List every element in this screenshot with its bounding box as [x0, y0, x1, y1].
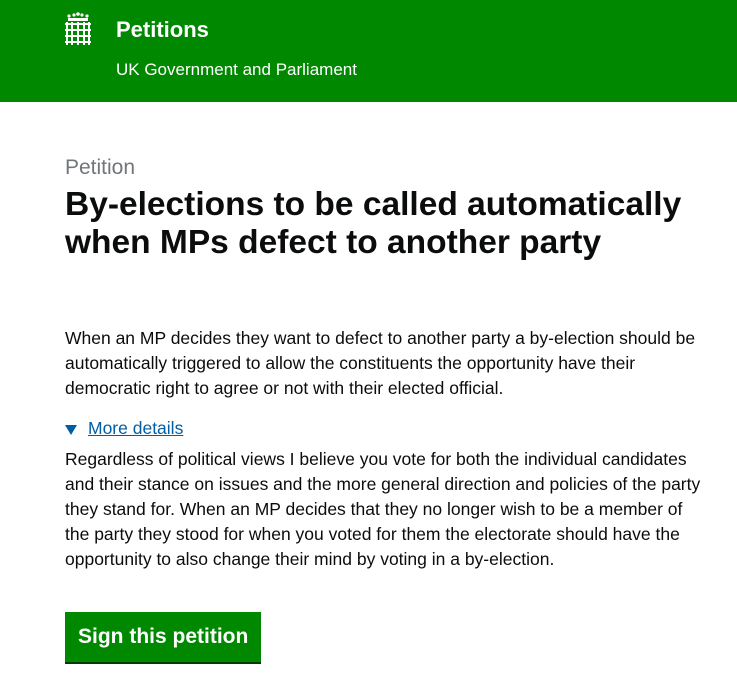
- more-details-toggle[interactable]: More details: [65, 416, 183, 441]
- more-details-link[interactable]: More details: [88, 416, 183, 441]
- site-header: Petitions UK Government and Parliament: [0, 0, 737, 102]
- triangle-down-icon: [65, 424, 77, 435]
- sign-petition-button[interactable]: Sign this petition: [65, 612, 262, 662]
- page-caption: Petition: [65, 156, 136, 179]
- petition-details-text: Regardless of political views I believe …: [65, 449, 701, 569]
- petition-summary: When an MP decides they want to defect t…: [65, 328, 696, 398]
- portcullis-logo-icon[interactable]: [64, 12, 92, 46]
- site-subtitle: UK Government and Parliament: [116, 60, 357, 79]
- site-title[interactable]: Petitions: [116, 16, 209, 44]
- petition-title: By-elections to be called automatically …: [65, 186, 682, 261]
